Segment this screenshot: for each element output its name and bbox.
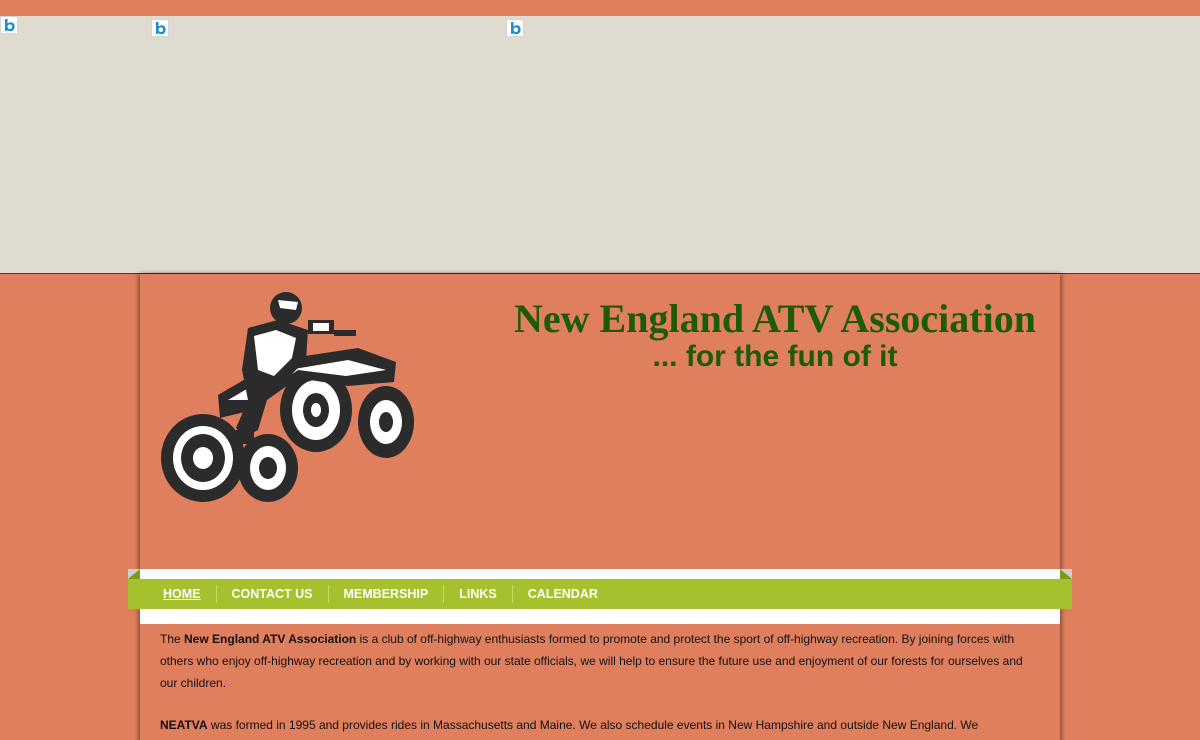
bing-b-icon[interactable]	[506, 19, 524, 37]
banner-area	[0, 16, 1200, 274]
site-tagline: ... for the fun of it	[652, 340, 898, 373]
nav-membership[interactable]: MEMBERSHIP	[327, 585, 444, 603]
nav-contact-us[interactable]: CONTACT US	[215, 585, 328, 603]
atv-rider-icon	[158, 290, 422, 510]
history-paragraph: NEATVA was formed in 1995 and provides r…	[160, 714, 1040, 736]
top-strip	[0, 0, 1200, 16]
nav-fold-left-shadow	[128, 569, 140, 579]
nav-calendar[interactable]: CALENDAR	[511, 585, 613, 603]
history-org-abbr: NEATVA	[160, 718, 208, 732]
intro-prefix: The	[160, 632, 185, 646]
intro-org-name: New England ATV Association	[184, 632, 357, 646]
intro-paragraph: The New England ATV Association is a clu…	[160, 628, 1040, 694]
history-text: was formed in 1995 and provides rides in…	[207, 718, 979, 732]
nav-fold-right-shadow	[1060, 569, 1072, 579]
main-nav: HOME CONTACT US MEMBERSHIP LINKS CALENDA…	[128, 579, 1072, 609]
nav-ribbon-bottom	[140, 609, 1060, 624]
nav-links[interactable]: LINKS	[443, 585, 512, 603]
main-content: The New England ATV Association is a clu…	[160, 628, 1040, 740]
nav-ribbon-top	[140, 569, 1060, 579]
bing-b-icon[interactable]	[0, 16, 18, 34]
bing-b-icon[interactable]	[151, 19, 169, 37]
nav-home[interactable]: HOME	[148, 585, 216, 603]
site-title: New England ATV Association	[514, 296, 1036, 341]
